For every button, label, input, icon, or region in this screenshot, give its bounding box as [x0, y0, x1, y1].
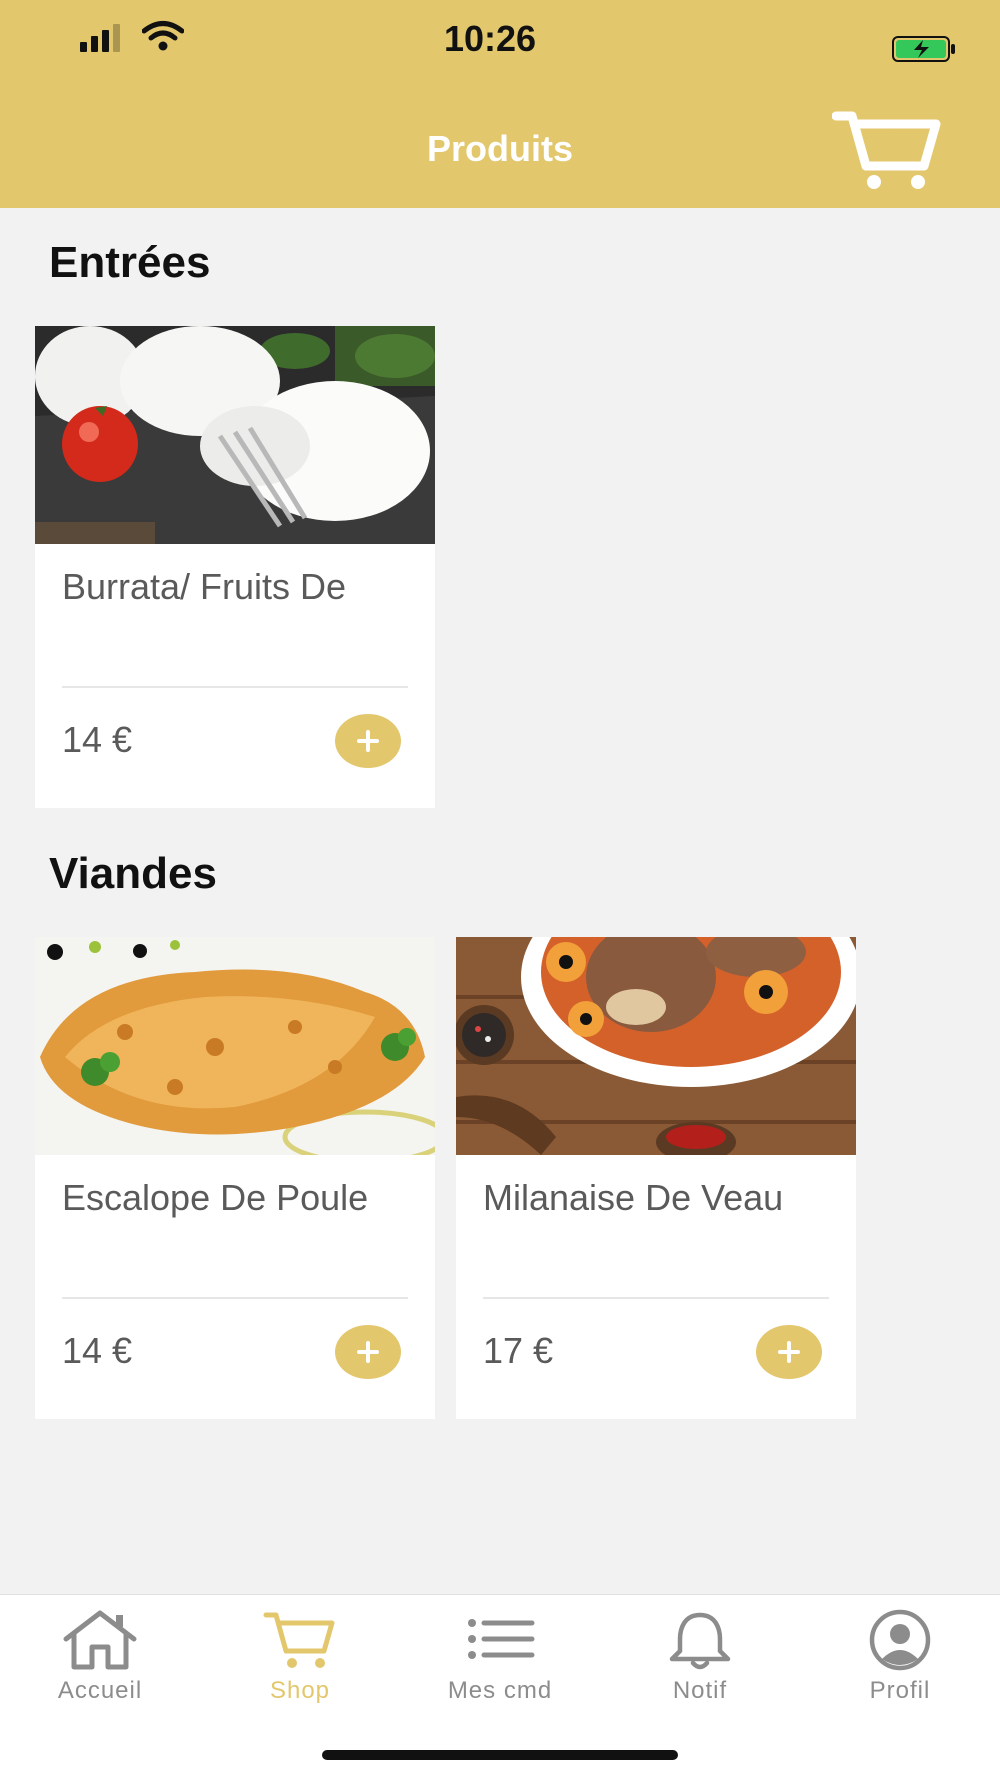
card-divider [483, 1297, 829, 1299]
page-title: Produits [426, 128, 573, 169]
signal-icon [80, 24, 120, 52]
product-card-milanaise[interactable]: Milanaise De Veau 17 € [456, 937, 856, 1419]
bell-icon [669, 1612, 731, 1670]
product-image-escalope [35, 937, 435, 1155]
product-image-milanaise [456, 937, 856, 1155]
tab-label: Shop [269, 1677, 331, 1704]
cart-button[interactable]: 0 [832, 110, 944, 192]
user-icon [869, 1609, 931, 1671]
wifi-icon [142, 21, 184, 51]
product-name: Burrata/ Fruits De [62, 566, 347, 607]
card-divider [62, 1297, 408, 1299]
tab-shop[interactable]: Shop [200, 1609, 400, 1705]
cart-count-badge: 0 [881, 126, 899, 162]
add-to-cart-button[interactable] [756, 1325, 822, 1379]
tab-accueil[interactable]: Accueil [0, 1609, 200, 1705]
card-divider [62, 686, 408, 688]
product-price: 17 € [483, 1330, 554, 1371]
tab-mes-cmd[interactable]: Mes cmd [400, 1609, 600, 1705]
home-indicator [322, 1750, 678, 1760]
battery-icon [892, 36, 955, 62]
app-header: 10:26 Produits 0 [0, 0, 1000, 208]
add-to-cart-button[interactable] [335, 1325, 401, 1379]
list-icon [468, 1619, 535, 1659]
product-price: 14 € [62, 719, 133, 760]
cart-icon [263, 1612, 335, 1668]
tab-label: Notif [672, 1677, 728, 1704]
tab-label: Profil [869, 1677, 931, 1704]
section-title-viandes: Viandes [49, 849, 217, 898]
product-card-escalope[interactable]: Escalope De Poule 14 € [35, 937, 435, 1419]
product-image-burrata [35, 326, 435, 544]
home-icon [63, 1610, 137, 1670]
tab-profil[interactable]: Profil [800, 1609, 1000, 1705]
product-price: 14 € [62, 1330, 133, 1371]
product-name: Milanaise De Veau [483, 1177, 784, 1218]
tab-notif[interactable]: Notif [600, 1609, 800, 1705]
section-title-entrees: Entrées [49, 238, 211, 287]
tab-label: Accueil [57, 1677, 143, 1704]
status-time: 10:26 [443, 18, 537, 59]
product-card-burrata[interactable]: Burrata/ Fruits De 14 € [35, 326, 435, 808]
product-name: Escalope De Poule [62, 1177, 369, 1218]
tab-label: Mes cmd [447, 1677, 553, 1704]
add-to-cart-button[interactable] [335, 714, 401, 768]
status-bar: 10:26 [0, 0, 1000, 80]
